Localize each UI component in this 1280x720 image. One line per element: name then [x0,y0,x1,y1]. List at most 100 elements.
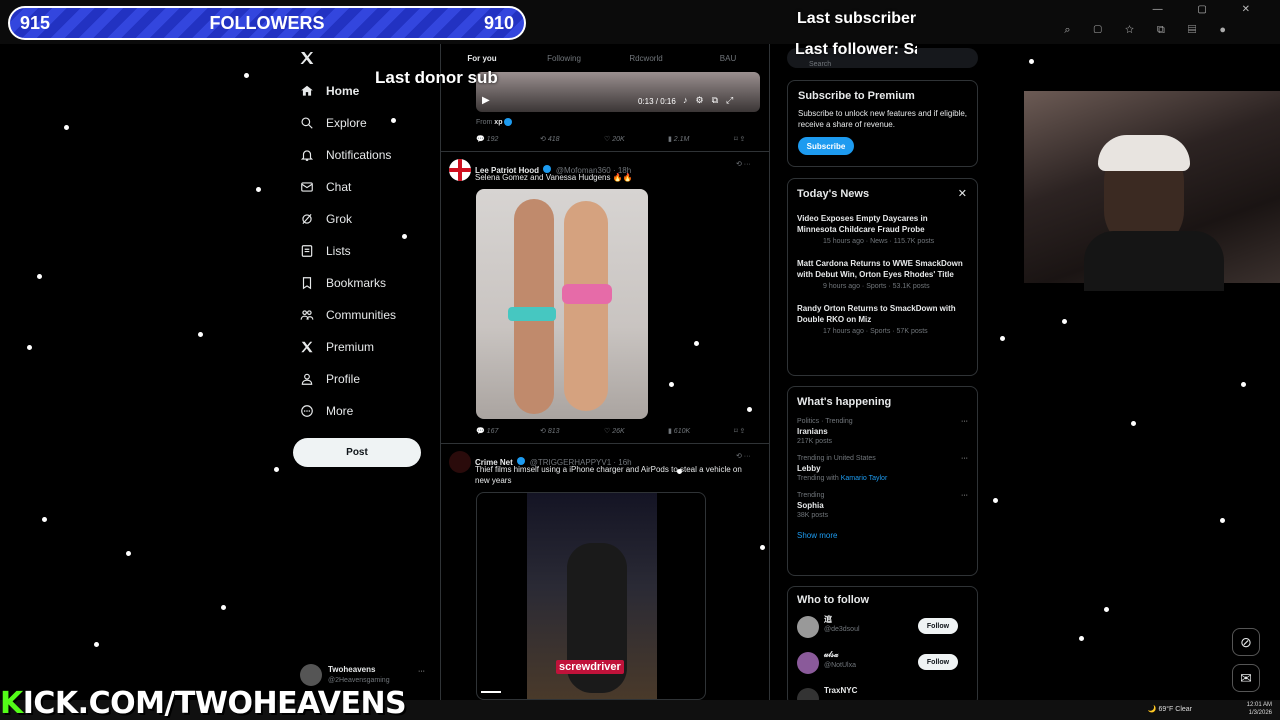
trend-item[interactable]: Trending in United States Lebby Trending… [797,455,968,482]
nav-item-profile[interactable]: Profile [300,372,360,386]
tweet-more-icon[interactable]: ⟲ ··· [736,452,751,460]
messages-fab-icon[interactable]: ✉ [1232,664,1260,692]
news-item[interactable]: Matt Cardona Returns to WWE SmackDown wi… [797,258,968,290]
like-button[interactable]: ♡ 20K [604,135,625,143]
follow-suggestion[interactable]: 逭 @de3dsoul Follow [797,614,968,650]
views-count[interactable]: ▮ 610K [668,427,690,435]
tab-rdcworld[interactable]: Rdcworld [605,44,687,72]
trend-more-icon[interactable]: ··· [961,455,968,462]
tweet-text: Selena Gomez and Vanessa Hudgens 🔥🔥 [475,173,633,182]
x-icon [301,341,313,353]
star [1062,319,1067,324]
grok-fab-icon[interactable]: ⊘ [1232,628,1260,656]
tweet-avatar[interactable] [449,451,471,473]
tweet-text: Thief films himself using a iPhone charg… [475,465,742,485]
nav-label: Explore [326,116,367,130]
star [1029,59,1034,64]
star [198,332,203,337]
nav-item-more[interactable]: More [300,404,353,418]
trend-item[interactable]: Politics · Trending Iranians 217K posts … [797,418,968,445]
reply-button[interactable]: 💬 192 [476,135,498,143]
star [37,274,42,279]
nav-item-lists[interactable]: Lists [300,244,351,258]
nav-item-notifications[interactable]: Notifications [300,148,391,162]
tweet-image[interactable] [476,189,648,419]
star [244,73,249,78]
last-donor-label: Last donor sub [375,68,498,87]
from-label: From xp [476,118,513,126]
bookmark-icon [302,277,312,290]
star [27,345,32,350]
nav-item-chat[interactable]: Chat [300,180,351,194]
bookmark-button[interactable]: ⌑ ⇪ [734,135,745,143]
tweet-video[interactable] [476,72,760,112]
star [94,642,99,647]
premium-body: Subscribe to unlock new features and if … [798,109,967,129]
like-button[interactable]: ♡ 26K [604,427,625,435]
avatar [797,616,819,638]
nav-item-bookmarks[interactable]: Bookmarks [300,276,386,290]
x-logo-icon[interactable] [299,50,315,66]
post-button[interactable]: Post [293,438,421,467]
bookmark-button[interactable]: ⌑ ⇪ [734,427,745,435]
video-controls[interactable]: ♪⚙⧉⤢ [683,95,741,106]
avatar [797,652,819,674]
nav-item-grok[interactable]: Grok [300,212,352,226]
browser-extension-icons[interactable]: ⌕ ▢ ☆ ⧉ ▤ ● [1064,24,1236,37]
taskbar-clock[interactable]: 12:01 AM 1/3/2026 [1247,701,1272,717]
repost-button[interactable]: ⟲ 813 [540,427,560,435]
show-more-link[interactable]: Show more [797,531,968,540]
star [402,234,407,239]
tab-following[interactable]: Following [523,44,605,72]
nav-label: Lists [326,244,351,258]
nav-item-communities[interactable]: Communities [300,308,396,322]
home-icon [301,85,313,96]
star [126,551,131,556]
last-subscriber-label: Last subscriber [797,10,917,27]
nav-label: Profile [326,372,361,386]
tweet-more-icon[interactable]: ⟲ ··· [736,160,751,168]
divider [441,151,769,152]
follow-button[interactable]: Follow [918,654,958,670]
star [1104,607,1109,612]
webcam-feed [1024,91,1280,291]
trend-more-icon[interactable]: ··· [961,492,968,499]
play-icon[interactable]: ▶ [482,95,490,106]
followers-label: FOLLOWERS [209,13,325,33]
star [391,118,396,123]
trend-item[interactable]: Trending Sophia 38K posts ··· [797,492,968,519]
divider [441,443,769,444]
premium-card: Subscribe to Premium Subscribe to unlock… [787,80,978,167]
close-icon[interactable]: ✕ [958,187,967,200]
star [256,187,261,192]
follow-suggestion[interactable]: TraxNYC [797,686,968,710]
nav-item-explore[interactable]: Explore [300,116,367,130]
reply-button[interactable]: 💬 167 [476,427,498,435]
happening-title: What's happening [797,396,892,408]
list-icon [301,245,313,257]
repost-button[interactable]: ⟲ 418 [540,135,560,143]
weather-widget[interactable]: 🌙 69°F Clear [1148,705,1192,713]
account-avatar[interactable] [300,664,322,686]
star [1079,636,1084,641]
tweet-avatar[interactable] [449,159,471,181]
follow-suggestion[interactable]: 𝓊𝓁𝓈𝒶 @NotUlxa Follow [797,650,968,686]
subscribe-button[interactable]: Subscribe [798,137,854,155]
star [1000,336,1005,341]
news-item[interactable]: Video Exposes Empty Daycares in Minnesot… [797,213,968,245]
kick-channel-url: KICK.COM/TWOHEAVENS [0,686,407,720]
account-more-icon[interactable]: ··· [418,668,425,675]
views-count[interactable]: ▮ 2.1M [668,135,689,143]
nav-item-home[interactable]: Home [300,84,359,98]
window-controls[interactable]: — ▢ ✕ [1153,4,1266,15]
premium-title: Subscribe to Premium [798,90,915,102]
follow-button[interactable]: Follow [918,618,958,634]
nav-label: Notifications [326,148,392,162]
news-item[interactable]: Randy Orton Returns to SmackDown with Do… [797,303,968,335]
trend-more-icon[interactable]: ··· [961,418,968,425]
nav-item-premium[interactable]: Premium [300,340,374,354]
followers-goal-bar: 915 FOLLOWERS 910 [8,6,526,40]
video-time: 0:13 / 0:16 [638,97,676,106]
tab-bau[interactable]: BAU [687,44,769,72]
star [993,498,998,503]
